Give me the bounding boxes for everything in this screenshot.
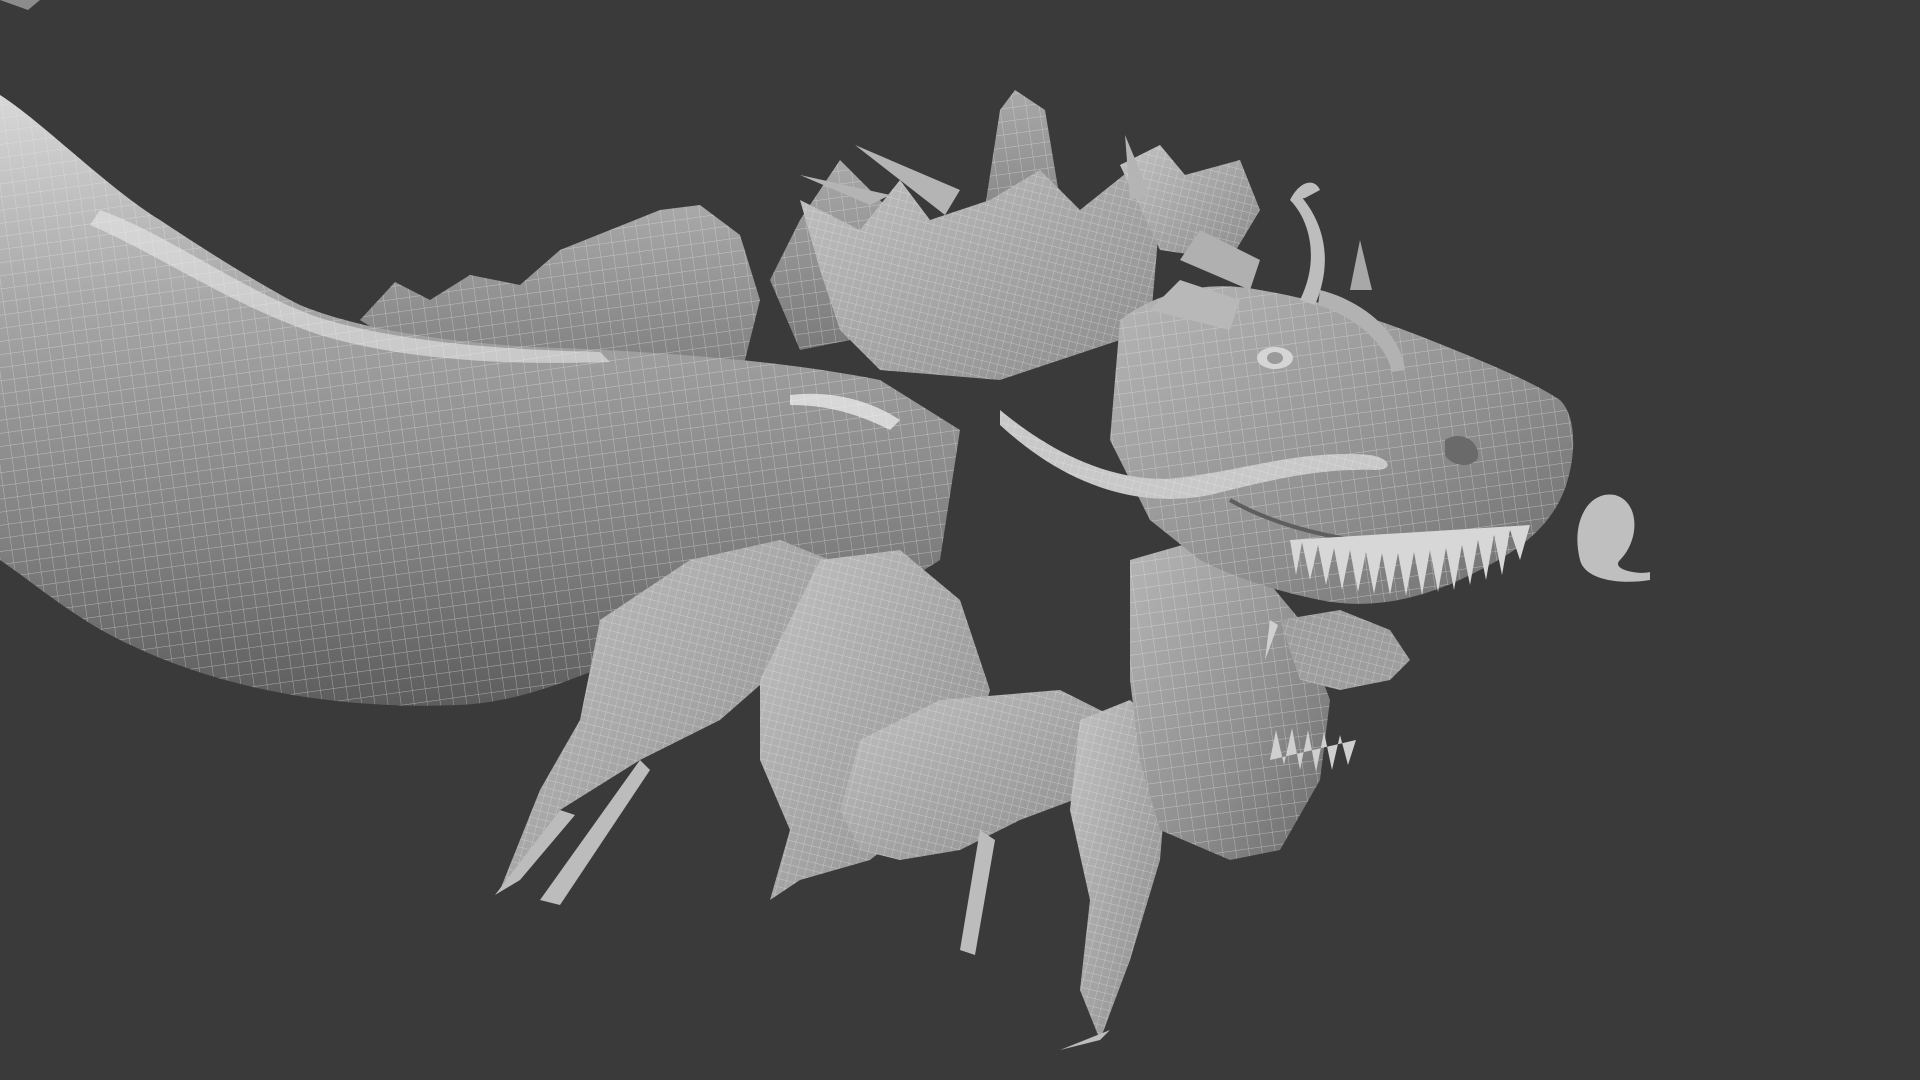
wireframe-dragon-render[interactable]	[0, 0, 1920, 1080]
3d-viewport[interactable]	[0, 0, 1920, 1080]
offscreen-fragment	[0, 0, 40, 10]
